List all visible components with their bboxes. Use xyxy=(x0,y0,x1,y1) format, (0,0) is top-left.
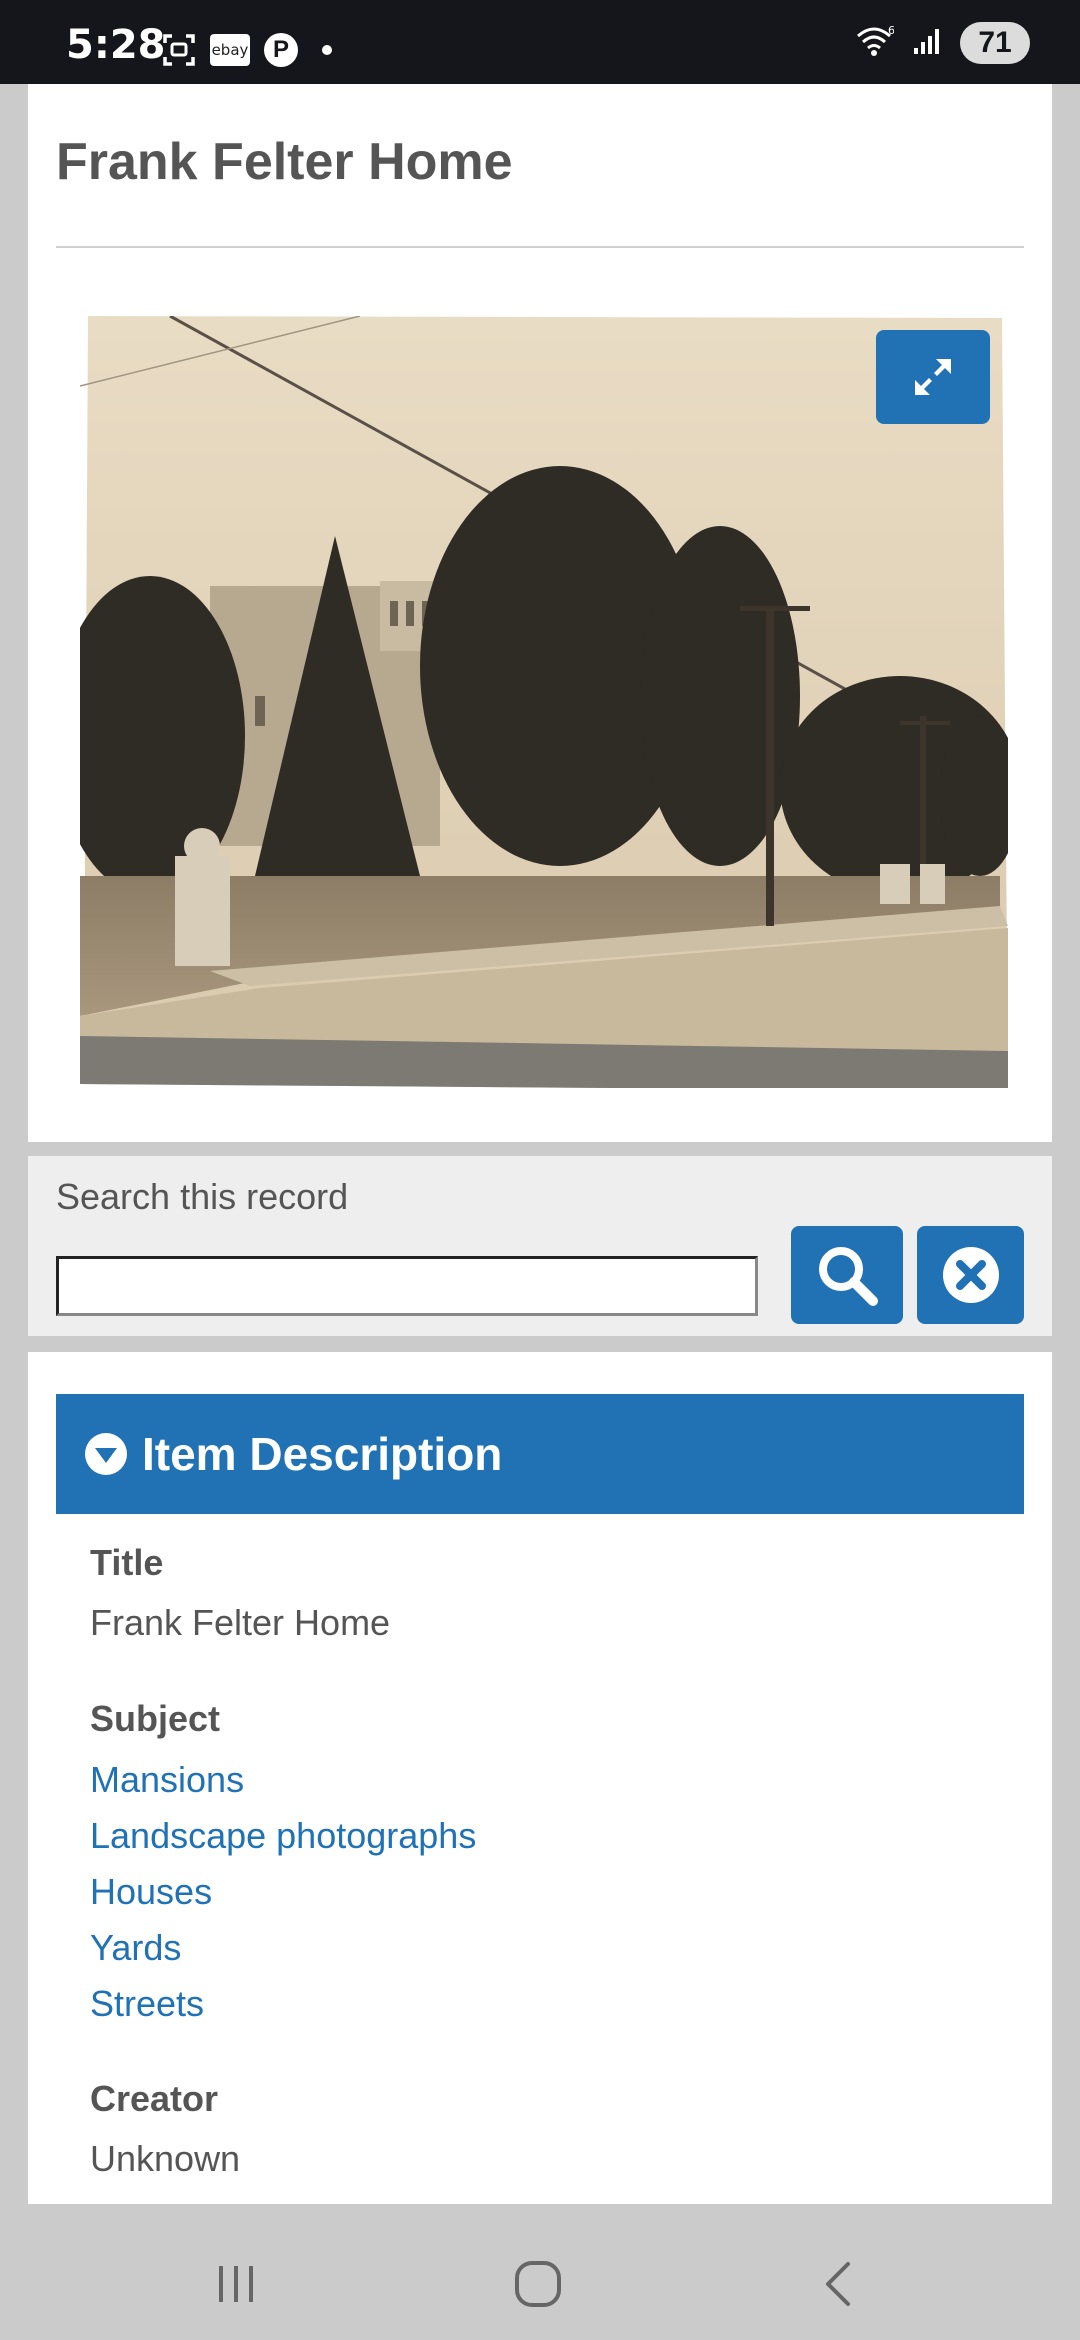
subject-link[interactable]: Landscape photographs xyxy=(90,1808,476,1864)
field-title: Title Frank Felter Home xyxy=(90,1542,390,1644)
recent-apps-icon xyxy=(219,2266,253,2302)
search-input[interactable] xyxy=(56,1256,758,1316)
record-photo[interactable] xyxy=(55,314,1020,1091)
search-record-panel: Search this record xyxy=(28,1156,1052,1336)
svg-text:6: 6 xyxy=(888,24,894,37)
field-value-title: Frank Felter Home xyxy=(90,1602,391,1643)
status-bar: 5:28 ebay P 6 71 xyxy=(0,0,1080,84)
field-label-subject: Subject xyxy=(90,1698,221,1739)
status-time: 5:28 xyxy=(66,22,166,68)
navigation-bar xyxy=(0,2204,1080,2340)
subject-link[interactable]: Streets xyxy=(90,1976,476,2032)
home-button[interactable] xyxy=(498,2244,578,2324)
recent-apps-button[interactable] xyxy=(196,2244,276,2324)
status-left-icons: ebay P xyxy=(162,30,332,70)
record-header-panel: Frank Felter Home xyxy=(28,84,1052,1142)
status-right-icons: 6 71 xyxy=(854,22,1030,64)
page-title: Frank Felter Home xyxy=(56,133,513,191)
field-label-title: Title xyxy=(90,1542,164,1583)
screenshot-icon xyxy=(162,33,196,67)
notification-dot-icon xyxy=(322,45,332,55)
parking-icon: P xyxy=(264,33,298,67)
signal-icon xyxy=(912,26,942,61)
wifi-icon: 6 xyxy=(854,24,895,63)
item-description-toggle[interactable]: Item Description xyxy=(56,1394,1024,1514)
expand-icon xyxy=(915,359,951,395)
search-label: Search this record xyxy=(56,1176,349,1217)
clear-search-button[interactable] xyxy=(917,1226,1024,1324)
field-subject: Subject Mansions Landscape photographs H… xyxy=(90,1698,476,2032)
expand-image-button[interactable] xyxy=(876,330,990,424)
subject-link[interactable]: Yards xyxy=(90,1920,476,1976)
back-icon xyxy=(826,2262,850,2306)
field-value-creator: Unknown xyxy=(90,2138,241,2179)
item-description-heading: Item Description xyxy=(142,1428,503,1480)
field-creator: Creator Unknown xyxy=(90,2078,240,2180)
caret-down-circle-icon xyxy=(85,1433,127,1475)
ebay-icon: ebay xyxy=(210,34,250,66)
subject-link[interactable]: Mansions xyxy=(90,1752,476,1808)
item-description-panel: Item Description Title Frank Felter Home… xyxy=(28,1352,1052,2204)
subject-list: Mansions Landscape photographs Houses Ya… xyxy=(90,1752,476,2032)
field-label-creator: Creator xyxy=(90,2078,219,2119)
back-button[interactable] xyxy=(800,2244,880,2324)
title-divider xyxy=(56,246,1024,248)
battery-icon: 71 xyxy=(960,22,1030,64)
clear-icon xyxy=(942,1247,999,1303)
home-icon xyxy=(515,2261,561,2307)
search-button[interactable] xyxy=(791,1226,903,1324)
subject-link[interactable]: Houses xyxy=(90,1864,476,1920)
search-icon xyxy=(819,1247,878,1306)
